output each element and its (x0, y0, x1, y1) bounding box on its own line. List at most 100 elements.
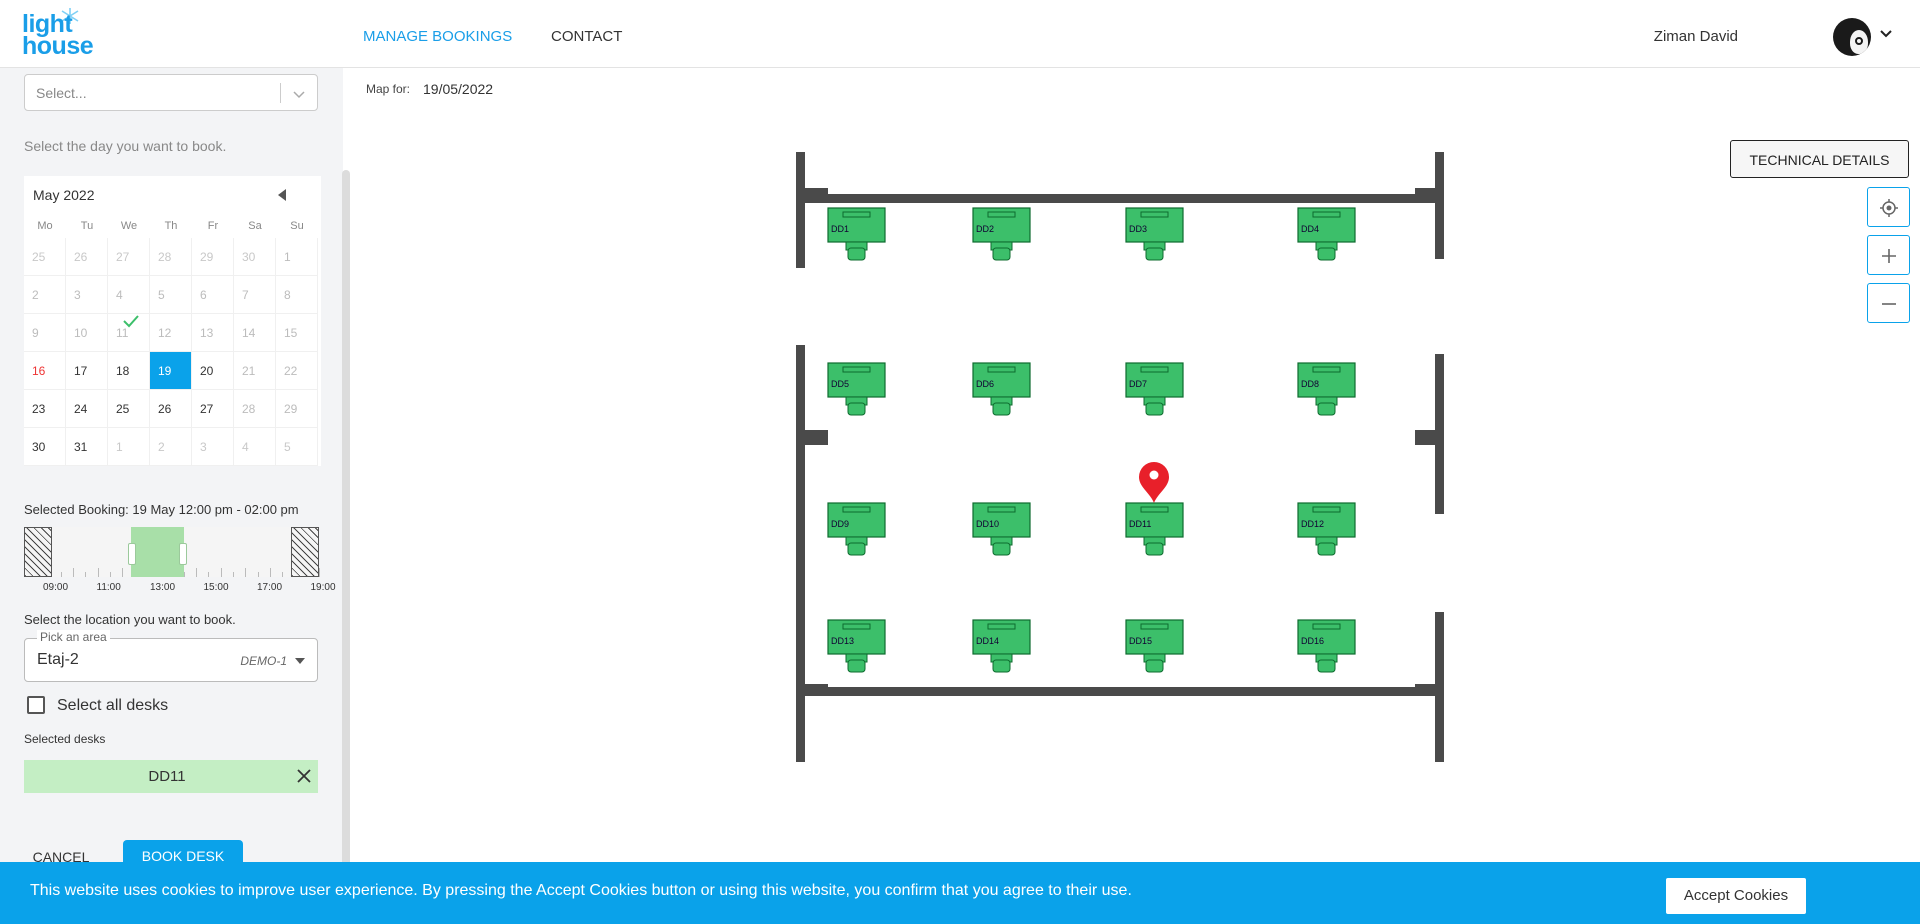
desk-dd4[interactable]: DD4 (1297, 207, 1356, 261)
calendar-day[interactable]: 23 (24, 390, 66, 428)
accept-cookies-button[interactable]: Accept Cookies (1666, 878, 1806, 914)
zoom-in-button[interactable] (1867, 235, 1910, 275)
calendar-day[interactable]: 24 (66, 390, 108, 428)
cookie-banner: This website uses cookies to improve use… (0, 862, 1920, 924)
area-field-label: Pick an area (37, 630, 110, 644)
desk-label: DD2 (976, 224, 994, 234)
select-dropdown[interactable]: Select... (24, 74, 318, 111)
calendar-day: 11 (108, 314, 150, 352)
time-label: 19:00 (310, 582, 336, 593)
calendar-day: 25 (24, 238, 66, 276)
desk-dd12[interactable]: DD12 (1297, 502, 1356, 556)
select-all-label[interactable]: Select all desks (57, 697, 168, 715)
calendar-day[interactable]: 19 (150, 352, 192, 390)
calendar-day[interactable]: 17 (66, 352, 108, 390)
desk-dd15[interactable]: DD15 (1125, 619, 1184, 673)
slider-tick (97, 568, 99, 577)
user-avatar[interactable] (1833, 18, 1871, 56)
location-help-text: Select the location you want to book. (24, 612, 236, 627)
calendar-day: 4 (108, 276, 150, 314)
time-label: 17:00 (257, 582, 283, 593)
calendar-prev-button[interactable] (278, 189, 288, 201)
map-for-label: Map for: (366, 82, 411, 96)
calendar-day: 28 (234, 390, 276, 428)
slider-tick (220, 568, 222, 577)
desk-dd11[interactable]: DD11 (1125, 502, 1184, 556)
range-end-handle[interactable] (179, 543, 187, 565)
desk-label: DD10 (976, 519, 999, 529)
desk-label: DD4 (1301, 224, 1319, 234)
desk-dd13[interactable]: DD13 (827, 619, 886, 673)
calendar-day: 2 (150, 428, 192, 466)
floor-plan-map[interactable]: DD1 DD2 DD3 DD4 DD5 DD6 DD7 DD8 DD9 DD10 DD11 DD12 D… (790, 150, 1450, 765)
desk-dd5[interactable]: DD5 (827, 362, 886, 416)
calendar-day[interactable]: 25 (108, 390, 150, 428)
desk-label: DD8 (1301, 379, 1319, 389)
desk-label: DD6 (976, 379, 994, 389)
locate-button[interactable] (1867, 187, 1910, 227)
avatar-eye (1855, 37, 1863, 45)
desk-dd16[interactable]: DD16 (1297, 619, 1356, 673)
unavailable-after (291, 527, 319, 577)
slider-tick (73, 568, 75, 577)
calendar-day: 22 (276, 352, 318, 390)
booked-check-icon (123, 315, 139, 328)
date-calendar: May 2022 Mo Tu We Th Fr Sa Su 25 26 27 28 29 30 1 2 3 4… (24, 176, 321, 466)
location-pin-icon (1139, 462, 1169, 503)
select-all-checkbox[interactable] (27, 696, 45, 714)
desk-dd7[interactable]: DD7 (1125, 362, 1184, 416)
technical-details-button[interactable]: TECHNICAL DETAILS (1730, 140, 1909, 178)
user-name[interactable]: Ziman David (1654, 28, 1738, 45)
time-range-slider[interactable] (24, 527, 320, 577)
dropdown-arrow-icon (295, 658, 305, 664)
sidebar-scrollbar[interactable] (342, 170, 350, 870)
desk-dd2[interactable]: DD2 (972, 207, 1031, 261)
desk-dd3[interactable]: DD3 (1125, 207, 1184, 261)
desk-label: DD7 (1129, 379, 1147, 389)
slider-tick (208, 572, 210, 577)
calendar-month-title: May 2022 (33, 187, 95, 203)
desk-dd1[interactable]: DD1 (827, 207, 886, 261)
selected-time-range (131, 527, 184, 577)
lighthouse-logo[interactable]: light house (22, 8, 102, 59)
calendar-day[interactable]: 26 (150, 390, 192, 428)
calendar-day[interactable]: 18 (108, 352, 150, 390)
calendar-day: 27 (108, 238, 150, 276)
calendar-day: 8 (276, 276, 318, 314)
desk-label: DD16 (1301, 636, 1324, 646)
zoom-in-icon (1882, 249, 1896, 263)
chevron-down-icon[interactable] (1879, 27, 1893, 41)
calendar-day[interactable]: 31 (66, 428, 108, 466)
calendar-day[interactable]: 20 (192, 352, 234, 390)
calendar-day: 30 (234, 238, 276, 276)
unavailable-before (24, 527, 52, 577)
remove-desk-close-icon[interactable] (296, 768, 312, 784)
desk-dd9[interactable]: DD9 (827, 502, 886, 556)
desk-label: DD15 (1129, 636, 1152, 646)
calendar-day: 1 (108, 428, 150, 466)
zoom-out-button[interactable] (1867, 283, 1910, 323)
range-start-handle[interactable] (128, 543, 136, 565)
selected-desk-name: DD11 (148, 768, 186, 785)
calendar-day: 2 (24, 276, 66, 314)
area-select[interactable]: Pick an area Etaj-2 DEMO-1 (24, 630, 318, 682)
desk-dd14[interactable]: DD14 (972, 619, 1031, 673)
nav-manage-bookings[interactable]: MANAGE BOOKINGS (363, 28, 512, 45)
calendar-day[interactable]: 27 (192, 390, 234, 428)
calendar-day[interactable]: 30 (24, 428, 66, 466)
calendar-day: 28 (150, 238, 192, 276)
slider-tick (60, 572, 62, 577)
desk-dd8[interactable]: DD8 (1297, 362, 1356, 416)
calendar-day: 26 (66, 238, 108, 276)
desk-dd10[interactable]: DD10 (972, 502, 1031, 556)
desk-layer: DD1 DD2 DD3 DD4 DD5 DD6 DD7 DD8 DD9 DD10 DD11 DD12 D… (827, 207, 1356, 673)
weekday-label: Tu (80, 220, 94, 232)
slider-tick (85, 572, 87, 577)
nav-contact[interactable]: CONTACT (551, 28, 622, 45)
slider-tick (319, 568, 320, 577)
desk-dd6[interactable]: DD6 (972, 362, 1031, 416)
weekday-label: Sa (248, 220, 262, 232)
area-tag: DEMO-1 (240, 654, 287, 668)
calendar-day[interactable]: 16 (24, 352, 66, 390)
time-label: 09:00 (43, 582, 69, 593)
